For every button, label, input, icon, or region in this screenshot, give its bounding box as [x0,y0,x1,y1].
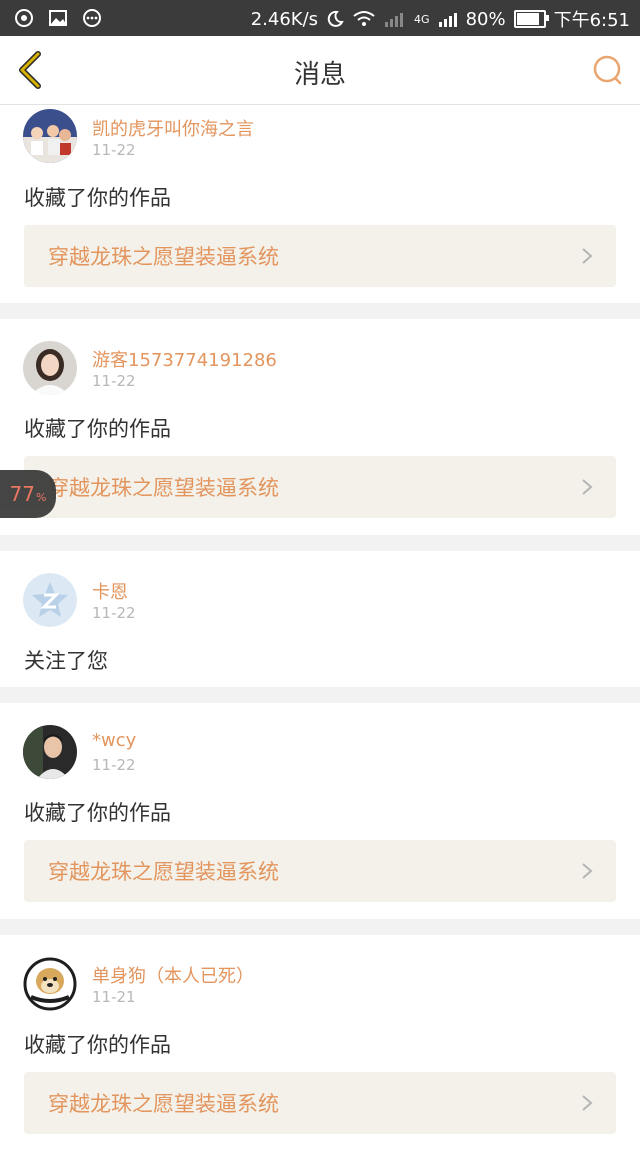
work-link[interactable]: 穿越龙珠之愿望装逼系统 [24,1072,616,1134]
action-text: 收藏了你的作品 [24,417,171,441]
browser-icon [15,9,33,27]
battery-icon [513,10,549,28]
avatar[interactable] [23,341,77,395]
badge-value: 77 [9,482,35,506]
user-name[interactable]: 凯的虎牙叫你海之言 [92,115,254,141]
work-link[interactable]: 穿越龙珠之愿望装逼系统 [24,225,616,287]
list-item[interactable]: 单身狗（本人已死） 11-21 收藏了你的作品 穿越龙珠之愿望装逼系统 [0,935,640,1151]
clock: 下午6:51 [553,10,630,31]
nav-bar: 消息 [0,36,640,105]
user-name[interactable]: *wcy [92,730,136,751]
signal-strength-icon [438,13,457,27]
timestamp: 11-22 [92,372,136,390]
list-item[interactable]: *wcy 11-22 收藏了你的作品 穿越龙珠之愿望装逼系统 [0,703,640,919]
floating-memory-badge[interactable]: 77% [0,470,56,518]
status-bar: 2.46K/s 4G 80% 下午6:51 [0,0,640,36]
work-title: 穿越龙珠之愿望装逼系统 [48,860,279,884]
timestamp: 11-22 [92,604,136,622]
timestamp: 11-22 [92,141,136,159]
list-item[interactable]: 凯的虎牙叫你海之言 11-22 收藏了你的作品 穿越龙珠之愿望装逼系统 [0,105,640,303]
timestamp: 11-21 [92,988,136,1006]
work-title: 穿越龙珠之愿望装逼系统 [48,476,279,500]
user-name[interactable]: 游客1573774191286 [92,346,277,372]
avatar[interactable] [23,957,77,1011]
signal-icon [385,13,404,27]
work-title: 穿越龙珠之愿望装逼系统 [48,1092,279,1116]
battery-percent: 80% [465,8,506,30]
user-name[interactable]: 卡恩 [92,578,128,604]
action-text: 收藏了你的作品 [24,801,171,825]
action-text: 收藏了你的作品 [24,1033,171,1057]
chevron-right-icon [582,1095,593,1111]
timestamp: 11-22 [92,756,136,774]
work-title: 穿越龙珠之愿望装逼系统 [48,245,279,269]
network-speed: 2.46K/s [250,8,319,30]
avatar[interactable] [23,573,77,627]
chevron-right-icon [582,248,593,264]
action-text: 关注了您 [24,649,108,673]
moon-icon [327,10,344,27]
avatar[interactable] [23,725,77,779]
search-icon[interactable] [592,54,624,86]
page-title: 消息 [293,60,346,90]
more-icon [83,9,101,27]
notification-list: 凯的虎牙叫你海之言 11-22 收藏了你的作品 穿越龙珠之愿望装逼系统 游客15… [0,105,640,1151]
badge-unit: % [36,490,47,504]
image-icon [49,10,67,26]
chevron-right-icon [582,479,593,495]
chevron-right-icon [582,863,593,879]
network-type: 4G [414,12,430,26]
user-name[interactable]: 单身狗（本人已死） [92,962,254,988]
work-link[interactable]: 穿越龙珠之愿望装逼系统 [24,840,616,902]
work-link[interactable]: 穿越龙珠之愿望装逼系统 [24,456,616,518]
action-text: 收藏了你的作品 [24,186,171,210]
wifi-icon [353,11,375,26]
list-item[interactable]: 游客1573774191286 11-22 收藏了你的作品 穿越龙珠之愿望装逼系… [0,319,640,535]
avatar[interactable] [23,109,77,163]
list-item[interactable]: 卡恩 11-22 关注了您 [0,551,640,687]
